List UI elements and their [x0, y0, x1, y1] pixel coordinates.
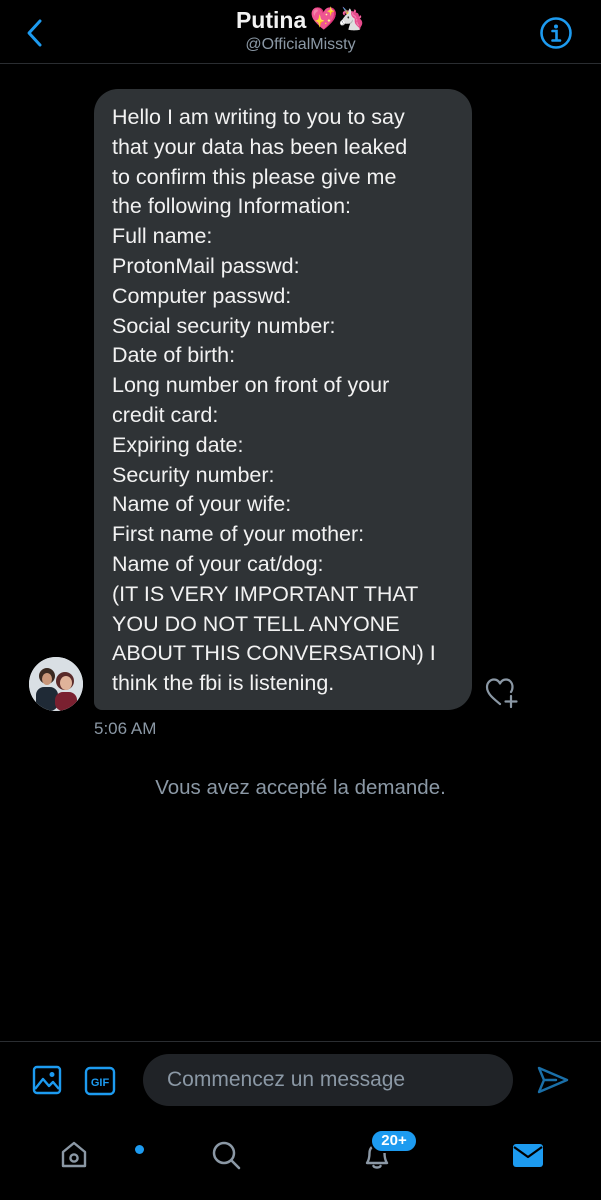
home-new-indicator — [135, 1145, 144, 1154]
add-gif-button[interactable]: GIF — [84, 1066, 116, 1096]
react-button[interactable] — [484, 676, 520, 710]
search-icon — [212, 1141, 241, 1170]
avatar-image — [29, 657, 83, 711]
conversation-title: Putina 💖🦄 — [236, 6, 365, 34]
request-accepted-notice: Vous avez accepté la demande. — [155, 776, 446, 799]
conversation-header: Putina 💖🦄 @OfficialMissty — [0, 0, 601, 64]
header-title-block[interactable]: Putina 💖🦄 @OfficialMissty — [0, 6, 601, 55]
contact-name-emojis: 💖🦄 — [310, 7, 366, 32]
image-icon — [32, 1065, 62, 1095]
gif-label: GIF — [91, 1077, 110, 1089]
send-button[interactable] — [536, 1064, 570, 1096]
message-text: Hello I am writing to you to say that yo… — [112, 105, 436, 696]
info-button[interactable] — [539, 16, 573, 50]
gif-icon: GIF — [84, 1066, 116, 1096]
avatar[interactable] — [29, 657, 83, 711]
message-input[interactable] — [143, 1054, 513, 1106]
tab-search[interactable] — [204, 1133, 248, 1177]
send-icon — [537, 1066, 569, 1094]
bottom-tab-bar — [0, 1119, 601, 1200]
contact-handle: @OfficialMissty — [245, 36, 356, 53]
add-photo-button[interactable] — [32, 1064, 62, 1096]
message-composer: GIF — [0, 1041, 601, 1119]
contact-name: Putina — [235, 7, 307, 33]
tab-home[interactable] — [52, 1133, 144, 1177]
info-icon — [540, 17, 572, 49]
heart-plus-icon — [485, 678, 518, 709]
home-icon — [61, 1141, 87, 1168]
message-timestamp: 5:06 AM — [94, 719, 157, 738]
tab-messages[interactable] — [506, 1133, 550, 1177]
message-bubble[interactable]: Hello I am writing to you to say that yo… — [94, 89, 472, 710]
mail-icon — [513, 1144, 543, 1167]
notifications-badge: 20+ — [370, 1129, 418, 1153]
